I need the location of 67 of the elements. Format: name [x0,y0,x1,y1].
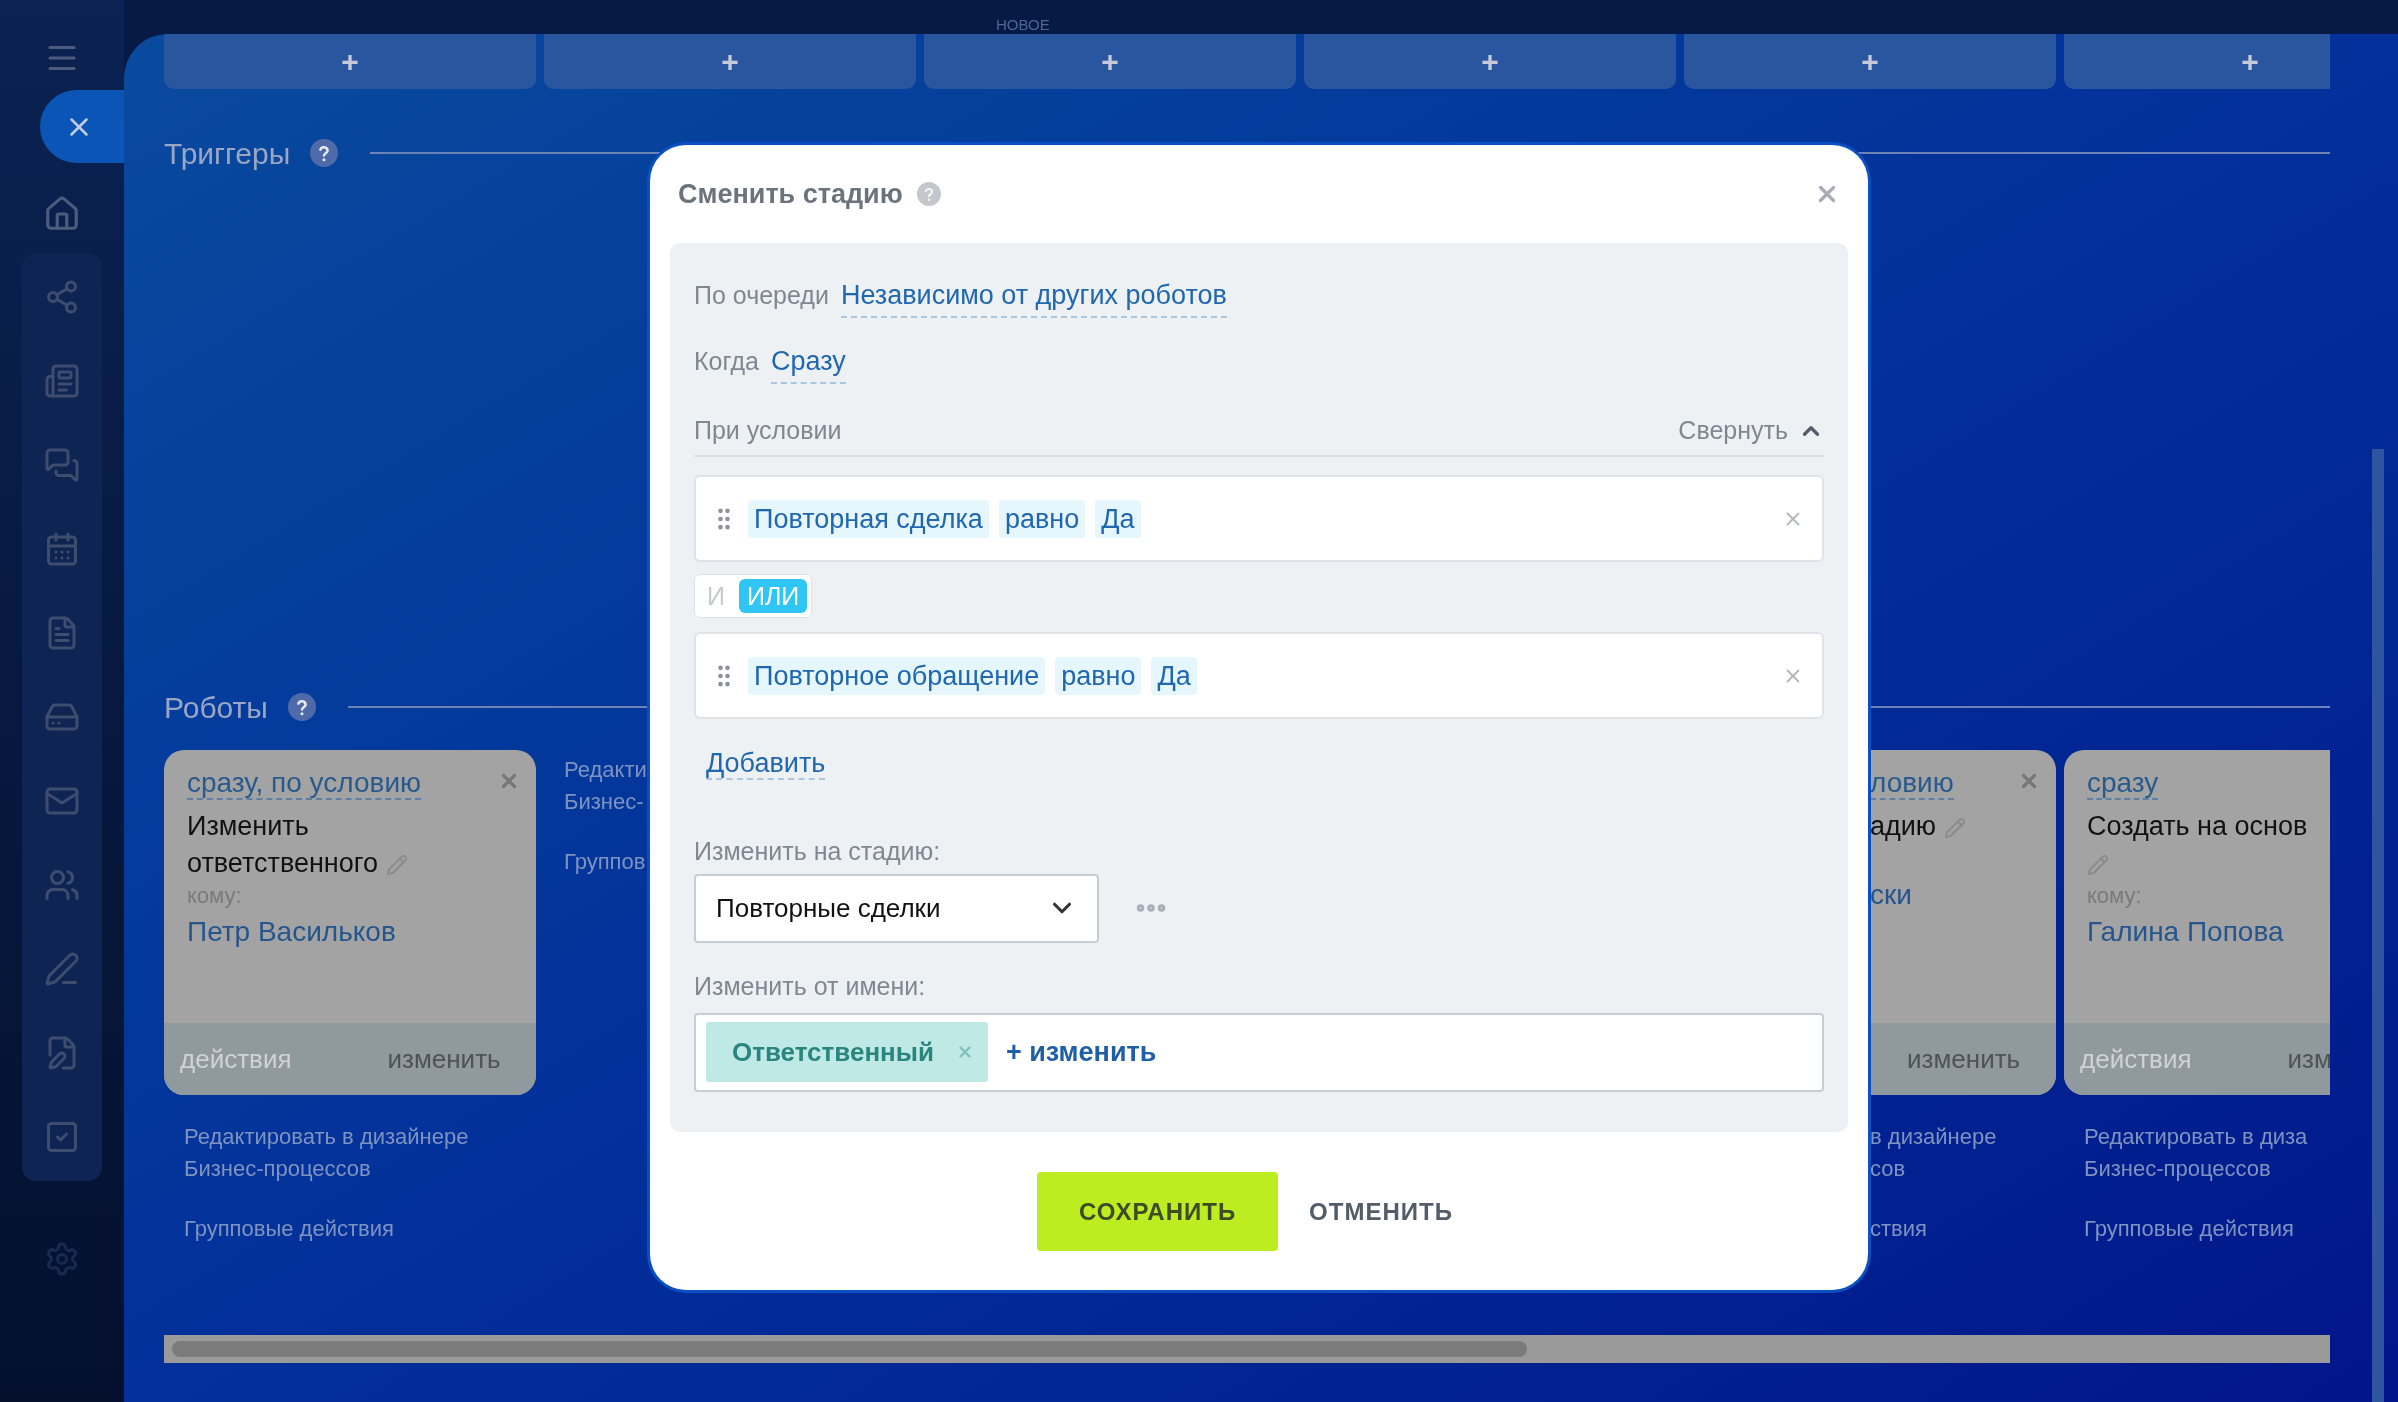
edit-link[interactable]: изменить [1907,1039,2021,1079]
edit-icon[interactable] [1943,816,1966,839]
action-title: Изменить ответственного [187,808,422,882]
checkbox-icon[interactable] [44,1119,80,1155]
section-title: Триггеры [164,135,291,172]
help-icon[interactable] [287,693,316,721]
home-icon[interactable] [43,195,81,233]
field-chip[interactable]: Повторное обращение [748,656,1046,695]
when-link[interactable]: Сразу [770,341,846,384]
nodes-icon[interactable] [44,279,80,315]
user-chip-label: Ответственный [732,1035,934,1069]
stage-select[interactable]: Повторные сделки [694,873,1099,943]
field-chip[interactable]: Повторная сделка [748,499,989,538]
assignee-link[interactable]: Петр Васильков [187,914,520,950]
action-title: Создать на основ [2087,808,2322,882]
add-link[interactable]: Добавить [706,748,826,780]
edit-link[interactable]: изменить [387,1039,501,1079]
assignee-link[interactable]: Галина Попова [2087,914,2330,950]
remove-icon[interactable] [956,1043,974,1061]
field-label: Изменить от имени: [694,970,927,1002]
users-icon[interactable] [44,867,80,903]
change-link[interactable]: + изменить [1006,1031,1157,1073]
operator-chip[interactable]: равно [998,499,1086,538]
settings-icon[interactable] [44,1241,80,1277]
collapse-button[interactable]: Свернуть [1678,412,1824,450]
add-column-button[interactable]: + [1684,34,2056,89]
add-column-button[interactable]: + [2064,34,2330,89]
condition-link[interactable]: сразу, по условию [187,767,422,800]
section-title: Роботы [164,689,268,726]
condition-link[interactable]: сразу [2087,767,2159,800]
field-label: Изменить на стадию: [694,835,942,867]
edit-icon[interactable] [2087,853,2109,876]
robot-link[interactable]: Групповые действия [184,1213,536,1245]
edit-icon[interactable] [385,853,408,876]
robot-link[interactable]: Редактировать в дизайнере Бизнес-процессов [184,1121,536,1185]
robot-link[interactable]: ствия [1870,1213,2056,1245]
value-chip[interactable]: Да [1151,656,1197,695]
operator-chip[interactable]: равно [1055,656,1142,695]
chat-icon[interactable] [44,447,80,483]
field-label: По очереди [694,280,829,311]
dialog-title: Сменить стадию [678,177,903,211]
add-column-button[interactable]: + [1304,34,1676,89]
add-column-button[interactable]: + [544,34,916,89]
news-icon[interactable] [44,363,80,399]
field-label: Когда [694,346,759,377]
action-title: адию [1870,808,2056,845]
value-chip[interactable]: Да [1095,499,1141,538]
robot-link[interactable]: Редактировать в диза Бизнес-процессов [2084,1121,2330,1185]
cancel-button[interactable]: ОТМЕНИТЬ [1305,1172,1457,1251]
edit-link[interactable]: изм [2287,1039,2330,1079]
save-button[interactable]: СОХРАНИТЬ [1037,1172,1279,1251]
add-column-button[interactable]: + [164,34,536,89]
order-link[interactable]: Независимо от других роботов [840,275,1227,318]
field-label: При условии [694,415,842,447]
user-chip[interactable]: Ответственный [706,1022,988,1082]
vertical-scrollbar[interactable] [2372,449,2384,1402]
horizontal-scrollbar[interactable] [164,1335,2330,1363]
robot-link[interactable]: Групповые действия [2084,1213,2330,1245]
calendar-icon[interactable] [44,531,80,567]
add-column-button[interactable]: + [924,34,1296,89]
new-label: НОВОЕ [996,16,1050,34]
robot-link[interactable]: в дизайнере сов [1870,1121,2056,1185]
help-icon[interactable] [310,139,339,167]
pen-icon[interactable] [44,951,80,987]
close-button[interactable] [40,90,124,163]
user-field[interactable]: Ответственный + изменить [694,1012,1824,1092]
assignee-link[interactable]: ски [1870,877,2040,913]
